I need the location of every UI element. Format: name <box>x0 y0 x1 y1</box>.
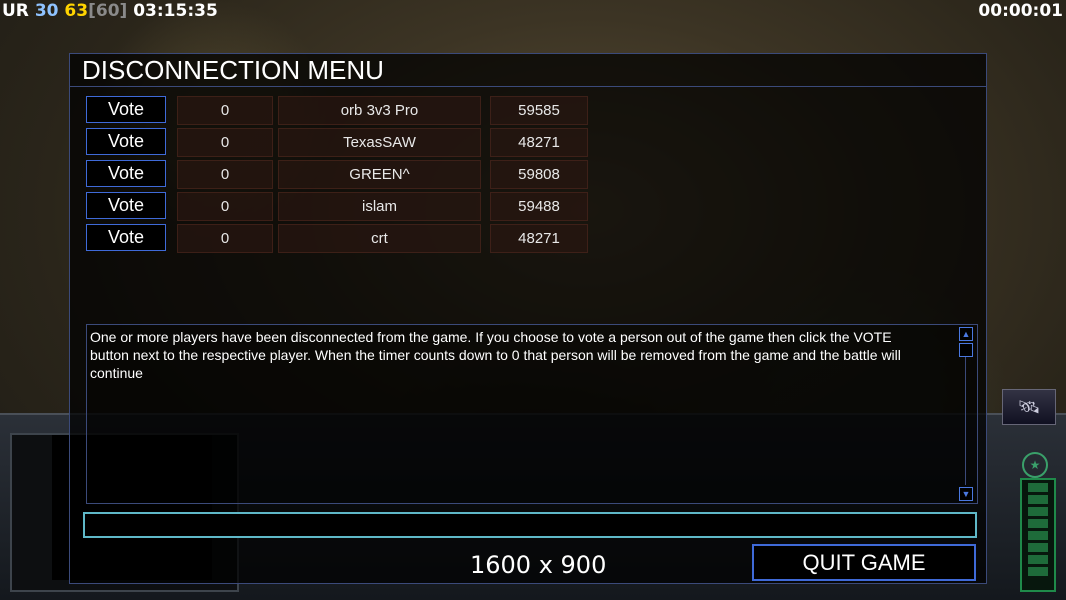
quit-game-button[interactable]: QUIT GAME <box>752 544 976 581</box>
vote-button[interactable]: Vote <box>86 128 166 155</box>
stat-c: 63 <box>64 1 89 21</box>
satellite-icon[interactable]: 🛰 <box>1002 389 1056 425</box>
player-name: GREEN^ <box>278 160 481 189</box>
power-cell <box>1028 507 1048 516</box>
chat-input[interactable] <box>83 512 977 538</box>
player-name: islam <box>278 192 481 221</box>
vote-count: 0 <box>177 192 273 221</box>
message-line: continue <box>90 365 143 381</box>
power-cell <box>1028 483 1048 492</box>
power-cell <box>1028 543 1048 552</box>
vote-button[interactable]: Vote <box>86 160 166 187</box>
scroll-down-icon[interactable]: ▼ <box>959 487 973 501</box>
vote-count: 0 <box>177 160 273 189</box>
message-scrollbar[interactable]: ▲ ▼ <box>959 327 973 501</box>
stat-a: UR <box>2 1 29 21</box>
disconnect-timer: 00:00:01 <box>978 1 1063 21</box>
general-star-icon[interactable]: ★ <box>1022 452 1048 478</box>
power-cell <box>1028 567 1048 576</box>
player-ping: 59808 <box>490 160 588 189</box>
player-ping: 48271 <box>490 224 588 253</box>
message-line: One or more players have been disconnect… <box>90 329 892 345</box>
vote-button[interactable]: Vote <box>86 192 166 219</box>
player-ping: 48271 <box>490 128 588 157</box>
resolution-label: 1600 x 900 <box>470 551 607 579</box>
dialog-title: DISCONNECTION MENU <box>70 54 986 87</box>
stat-d: [60] <box>88 1 128 21</box>
vote-button[interactable]: Vote <box>86 96 166 123</box>
message-line: button next to the respective player. Wh… <box>90 347 901 363</box>
scroll-up-icon[interactable]: ▲ <box>959 327 973 341</box>
player-name: TexasSAW <box>278 128 481 157</box>
vote-count: 0 <box>177 128 273 157</box>
scroll-thumb[interactable] <box>959 343 973 357</box>
vote-count: 0 <box>177 96 273 125</box>
player-ping: 59585 <box>490 96 588 125</box>
disconnection-dialog: DISCONNECTION MENU Vote 0 orb 3v3 Pro 59… <box>69 53 987 584</box>
vote-button[interactable]: Vote <box>86 224 166 251</box>
player-name: orb 3v3 Pro <box>278 96 481 125</box>
power-cell <box>1028 495 1048 504</box>
message-box[interactable]: One or more players have been disconnect… <box>86 324 978 504</box>
player-name: crt <box>278 224 481 253</box>
power-cell <box>1028 555 1048 564</box>
scroll-track <box>965 357 966 485</box>
stat-b: 30 <box>34 1 59 21</box>
fps-stats: UR 30 63[60] 03:15:35 <box>2 1 218 21</box>
game-clock: 03:15:35 <box>133 1 218 21</box>
power-cell <box>1028 531 1048 540</box>
power-cell <box>1028 519 1048 528</box>
power-meter <box>1020 478 1056 592</box>
player-ping: 59488 <box>490 192 588 221</box>
vote-count: 0 <box>177 224 273 253</box>
message-text: One or more players have been disconnect… <box>90 328 951 382</box>
